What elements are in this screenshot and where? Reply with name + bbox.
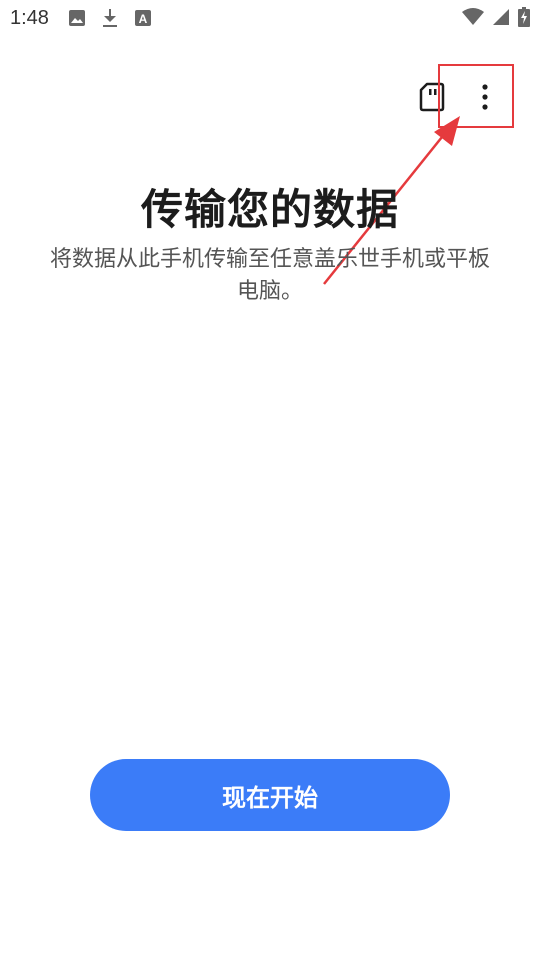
page-description: 将数据从此手机传输至任意盖乐世手机或平板电脑。	[50, 247, 491, 304]
start-now-button[interactable]: 现在开始	[90, 759, 450, 831]
page-title: 传输您的数据	[140, 185, 399, 234]
